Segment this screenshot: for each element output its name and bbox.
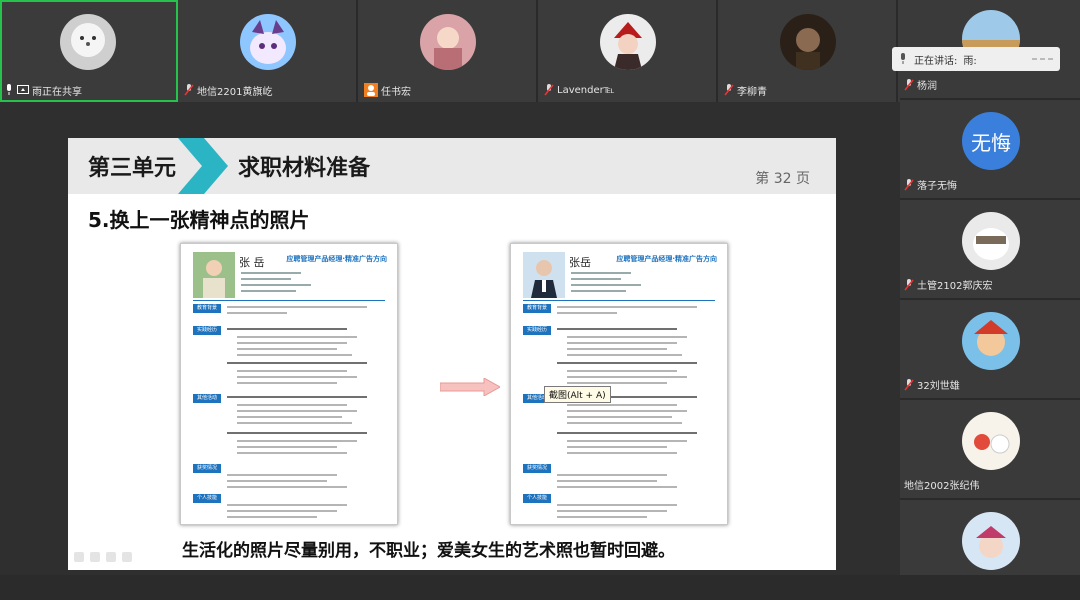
participant-column-right: 杨润 无悔 落子无悔 土管2102郭庆宏 32刘世雄 地信2002张纪伟 [900, 0, 1080, 575]
participant-avatar [962, 212, 1020, 270]
participant-name: 土管2102郭庆宏 [917, 281, 993, 292]
participant-avatar [962, 312, 1020, 370]
mic-muted-icon [904, 78, 914, 90]
resume-section-label: 教育背景 [193, 304, 221, 313]
user-placeholder-icon [364, 83, 378, 97]
mic-icon [901, 53, 905, 64]
screen-share-icon [17, 85, 29, 94]
participant-name: 杨润 [917, 81, 937, 92]
participant-avatar [962, 512, 1020, 570]
page-number: 第 32 页 [755, 171, 810, 187]
participant-avatar [600, 14, 656, 70]
participant-avatar [240, 14, 296, 70]
participant-tile-right-4[interactable]: 32刘世雄 [900, 300, 1080, 400]
participant-strip-top: 雨正在共享 地信2201黄旗屹 任书宏 Lavender℡ 李柳青 [0, 0, 900, 102]
participant-name: 32刘世雄 [917, 381, 960, 392]
pen-icon[interactable] [106, 552, 116, 562]
resume-section-label: 其他活动 [193, 394, 221, 403]
avatar-initials: 无悔 [971, 130, 1011, 155]
mic-muted-icon [724, 84, 734, 96]
participant-name: 落子无悔 [917, 181, 957, 192]
participant-tile-2[interactable]: 地信2201黄旗屹 [180, 0, 358, 102]
resume-thumbnail-left: 张 岳 应聘管理产品经理·精准广告方向 教育背景 实践经历 其他活动 获奖情况 … [180, 243, 398, 525]
participant-tile-right-2[interactable]: 无悔 落子无悔 [900, 100, 1080, 200]
mic-muted-icon [184, 84, 194, 96]
arrow-right-icon [440, 378, 500, 396]
resume-section-label: 实践经历 [193, 326, 221, 335]
mic-muted-icon [544, 84, 554, 96]
participant-tile-right-6[interactable] [900, 500, 1080, 600]
resume-contact [241, 268, 331, 296]
resume-job: 应聘管理产品经理·精准广告方向 [286, 255, 387, 263]
mic-muted-icon [904, 278, 914, 290]
participant-avatar [780, 14, 836, 70]
slide-header: 第三单元 求职材料准备 第 32 页 [68, 138, 836, 194]
unit-title: 第三单元 [88, 156, 177, 181]
chevron-right-icon [178, 138, 228, 194]
participant-name: Lavender℡ [557, 84, 615, 96]
slide-title: 求职材料准备 [238, 156, 371, 181]
shared-screen: 第三单元 求职材料准备 第 32 页 5.换上一张精神点的照片 张 岳 应聘管理… [0, 102, 900, 575]
resume-section-label: 获奖情况 [193, 464, 221, 473]
participant-name: 地信2201黄旗屹 [197, 86, 273, 98]
resume-section-label: 获奖情况 [523, 464, 551, 473]
mic-muted-icon [904, 378, 914, 390]
participant-avatar [962, 412, 1020, 470]
participant-tile-right-5[interactable]: 地信2002张纪伟 [900, 400, 1080, 500]
resume-photo [523, 252, 565, 298]
resume-contact [571, 268, 661, 296]
resume-photo [193, 252, 235, 298]
prev-slide-icon[interactable] [74, 552, 84, 562]
slide-subtitle: 5.换上一张精神点的照片 [88, 208, 310, 232]
participant-name: 地信2002张纪伟 [904, 481, 980, 492]
participant-avatar: 无悔 [962, 112, 1020, 170]
participant-tile-1[interactable]: 雨正在共享 [0, 0, 178, 102]
resume-thumbnail-right: 张岳 应聘管理产品经理·精准广告方向 教育背景 实践经历 其他活动 获奖情况 个… [510, 243, 728, 525]
resume-section-label: 实践经历 [523, 326, 551, 335]
mic-muted-icon [904, 178, 914, 190]
presentation-slide: 第三单元 求职材料准备 第 32 页 5.换上一张精神点的照片 张 岳 应聘管理… [68, 138, 836, 570]
participant-name: 李柳青 [737, 86, 767, 98]
screenshot-tooltip: 截图(Alt + A) [544, 386, 611, 403]
participant-tile-5[interactable]: 李柳青 [720, 0, 898, 102]
participant-tile-4[interactable]: Lavender℡ [540, 0, 718, 102]
participant-name: 任书宏 [381, 86, 411, 98]
speaking-indicator: 正在讲话: 雨: [892, 47, 1060, 71]
slide-toolbar [74, 552, 132, 562]
audio-level-icon [1032, 55, 1054, 63]
participant-tile-3[interactable]: 任书宏 [360, 0, 538, 102]
slide-caption: 生活化的照片尽量别用，不职业；爱美女生的艺术照也暂时回避。 [182, 541, 675, 561]
participant-avatar [60, 14, 116, 70]
participant-tile-right-3[interactable]: 土管2102郭庆宏 [900, 200, 1080, 300]
resume-job: 应聘管理产品经理·精准广告方向 [616, 255, 717, 263]
participant-avatar [420, 14, 476, 70]
resume-section-label: 个人技能 [193, 494, 221, 503]
menu-icon[interactable] [122, 552, 132, 562]
next-slide-icon[interactable] [90, 552, 100, 562]
participant-name: 雨正在共享 [32, 86, 82, 98]
speaking-label: 正在讲话: [914, 55, 958, 67]
resume-section-label: 教育背景 [523, 304, 551, 313]
resume-section-label: 个人技能 [523, 494, 551, 503]
mic-icon [7, 84, 11, 95]
speaking-name: 雨: [963, 55, 977, 67]
